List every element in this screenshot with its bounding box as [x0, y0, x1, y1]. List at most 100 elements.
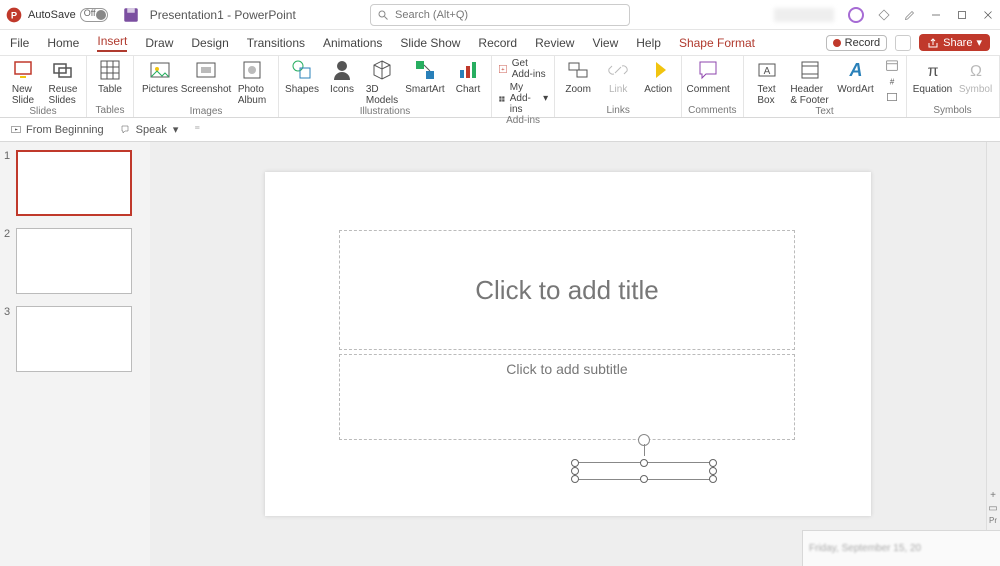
present-mode-icon[interactable]: [895, 35, 911, 51]
title-placeholder[interactable]: Click to add title: [339, 230, 795, 350]
my-addins-button[interactable]: My Add-ins▾: [498, 82, 548, 115]
autosave-toggle[interactable]: AutoSave Off: [28, 8, 108, 22]
slide-number-icon[interactable]: #: [884, 74, 900, 88]
diamond-icon[interactable]: [878, 9, 890, 21]
save-icon[interactable]: [122, 6, 140, 24]
chart-button[interactable]: Chart: [451, 58, 485, 95]
icons-button[interactable]: Icons: [325, 58, 359, 95]
tab-shape-format[interactable]: Shape Format: [679, 36, 755, 50]
selected-shape[interactable]: [574, 462, 714, 480]
tab-file[interactable]: File: [10, 36, 29, 50]
play-from-start-icon: [10, 124, 22, 136]
tab-slideshow[interactable]: Slide Show: [400, 36, 460, 50]
tab-record[interactable]: Record: [478, 36, 517, 50]
svg-text:Ω: Ω: [970, 63, 982, 80]
svg-text:π: π: [927, 63, 938, 80]
ribbon-tabs: File Home Insert Draw Design Transitions…: [0, 30, 1000, 56]
group-illustrations: Shapes Icons 3D Models SmartArt Chart Il…: [279, 56, 492, 117]
from-beginning-button[interactable]: From Beginning: [10, 124, 104, 136]
new-slide-button[interactable]: New Slide: [6, 58, 40, 106]
search-input[interactable]: Search (Alt+Q): [370, 4, 630, 26]
group-addins: +Get Add-ins My Add-ins▾ Add-ins: [492, 56, 555, 117]
title-bar: P AutoSave Off Presentation1 - PowerPoin…: [0, 0, 1000, 30]
zoom-controls[interactable]: + ▭ Pr: [986, 490, 1000, 530]
thumbnail-row[interactable]: 2: [4, 228, 146, 294]
tab-design[interactable]: Design: [191, 36, 228, 50]
get-addins-button[interactable]: +Get Add-ins: [498, 58, 548, 80]
resize-handle[interactable]: [709, 459, 717, 467]
photo-album-button[interactable]: Photo Album: [232, 58, 272, 106]
thumbnail-slide-1[interactable]: [16, 150, 132, 216]
wordart-button[interactable]: AWordArt: [836, 58, 876, 95]
slide-canvas-area[interactable]: Click to add title Click to add subtitle: [150, 142, 986, 566]
tab-draw[interactable]: Draw: [145, 36, 173, 50]
close-icon[interactable]: [982, 9, 994, 21]
tab-insert[interactable]: Insert: [97, 34, 127, 52]
group-text: AText Box Header & Footer AWordArt # Tex…: [744, 56, 907, 117]
shape-textbox[interactable]: [574, 462, 714, 480]
resize-handle[interactable]: [571, 475, 579, 483]
toggle-switch[interactable]: Off: [80, 8, 108, 22]
zoom-out-icon[interactable]: Pr: [989, 516, 997, 525]
group-symbols: πEquation ΩSymbol Symbols: [907, 56, 1000, 117]
link-button[interactable]: Link: [601, 58, 635, 95]
ribbon: New Slide Reuse Slides Slides Table Tabl…: [0, 56, 1000, 118]
share-button[interactable]: Share ▾: [919, 34, 990, 51]
text-box-button[interactable]: AText Box: [750, 58, 784, 106]
share-icon: [927, 37, 939, 49]
zoom-fit-icon[interactable]: ▭: [988, 503, 997, 514]
document-title: Presentation1 - PowerPoint: [150, 8, 296, 22]
resize-handle[interactable]: [640, 459, 648, 467]
object-icon[interactable]: [884, 90, 900, 104]
zoom-button[interactable]: Zoom: [561, 58, 595, 95]
minimize-icon[interactable]: [930, 9, 942, 21]
thumbnail-slide-2[interactable]: [16, 228, 132, 294]
tab-review[interactable]: Review: [535, 36, 574, 50]
account-name[interactable]: [774, 8, 834, 22]
screenshot-button[interactable]: Screenshot: [186, 58, 226, 95]
resize-handle[interactable]: [709, 467, 717, 475]
svg-text:+: +: [501, 67, 505, 73]
table-button[interactable]: Table: [93, 58, 127, 95]
zoom-in-icon[interactable]: +: [990, 490, 996, 501]
pictures-button[interactable]: Pictures: [140, 58, 180, 95]
tab-view[interactable]: View: [592, 36, 618, 50]
reuse-slides-button[interactable]: Reuse Slides: [46, 58, 80, 106]
tab-home[interactable]: Home: [47, 36, 79, 50]
equation-button[interactable]: πEquation: [913, 58, 953, 95]
tab-transitions[interactable]: Transitions: [247, 36, 305, 50]
group-links: Zoom Link Action Links: [555, 56, 682, 117]
header-footer-button[interactable]: Header & Footer: [790, 58, 830, 106]
smartart-button[interactable]: SmartArt: [405, 58, 445, 95]
symbol-button[interactable]: ΩSymbol: [959, 58, 993, 95]
slide-thumbnails-panel[interactable]: 1 2 3: [0, 142, 150, 566]
account-avatar[interactable]: [848, 7, 864, 23]
tab-animations[interactable]: Animations: [323, 36, 382, 50]
thumbnail-slide-3[interactable]: [16, 306, 132, 372]
group-images: Pictures Screenshot Photo Album Images: [134, 56, 279, 117]
resize-handle[interactable]: [709, 475, 717, 483]
workspace: 1 2 3 Click to add title Click to add su…: [0, 142, 1000, 566]
speak-icon: [120, 124, 132, 136]
record-button[interactable]: Record: [826, 35, 887, 51]
pen-icon[interactable]: [904, 9, 916, 21]
date-time-icon[interactable]: [884, 58, 900, 72]
overflow-icon[interactable]: ⁼: [194, 123, 200, 136]
tab-help[interactable]: Help: [636, 36, 661, 50]
maximize-icon[interactable]: [956, 9, 968, 21]
shapes-button[interactable]: Shapes: [285, 58, 319, 95]
resize-handle[interactable]: [571, 467, 579, 475]
resize-handle[interactable]: [571, 459, 579, 467]
comment-button[interactable]: Comment: [688, 58, 728, 95]
thumbnail-row[interactable]: 1: [4, 150, 146, 216]
speak-button[interactable]: Speak ▾: [120, 123, 179, 136]
group-tables: Table Tables: [87, 56, 134, 117]
svg-text:P: P: [11, 10, 17, 20]
status-date-pane: Friday, September 15, 20: [802, 530, 1000, 566]
subtitle-placeholder[interactable]: Click to add subtitle: [339, 354, 795, 440]
resize-handle[interactable]: [640, 475, 648, 483]
thumbnail-row[interactable]: 3: [4, 306, 146, 372]
slide[interactable]: Click to add title Click to add subtitle: [265, 172, 871, 516]
action-button[interactable]: Action: [641, 58, 675, 95]
3d-models-button[interactable]: 3D Models: [365, 58, 399, 106]
